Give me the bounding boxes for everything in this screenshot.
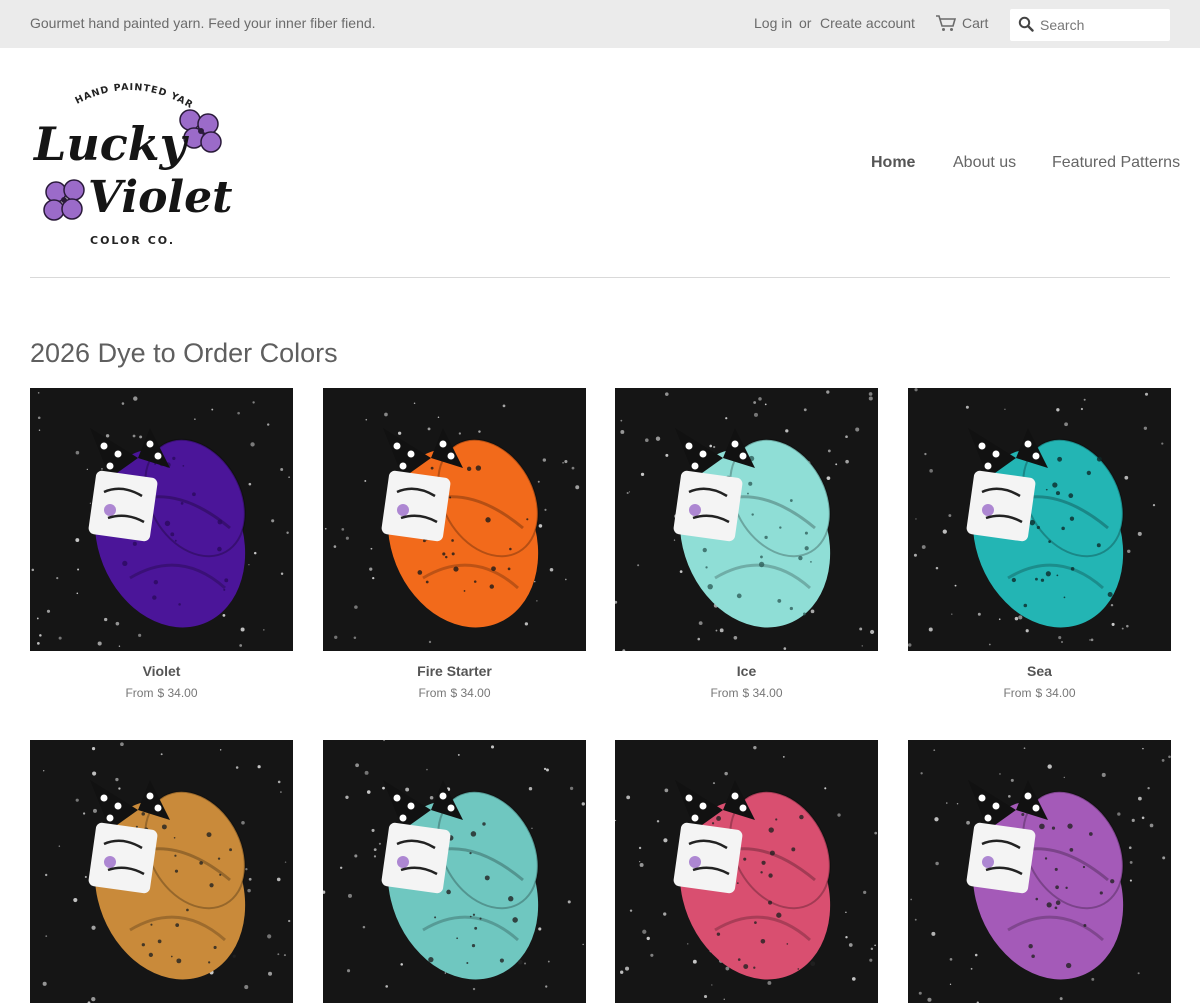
login-link[interactable]: Log in [754,15,792,31]
product-price: From $ 34.00 [615,686,878,700]
product-image[interactable] [908,740,1171,1003]
product-card[interactable]: Violet From $ 34.00 [30,388,293,700]
product-card[interactable] [908,740,1171,1003]
price-prefix: From [418,686,447,700]
product-image[interactable] [323,740,586,1003]
create-account-link[interactable]: Create account [820,15,915,31]
nav-about-us[interactable]: About us [953,154,1016,172]
product-image[interactable] [323,388,586,651]
product-price: From $ 34.00 [30,686,293,700]
price-prefix: From [710,686,739,700]
product-card[interactable] [323,740,586,1003]
product-image[interactable] [615,740,878,1003]
search-form[interactable] [1010,9,1170,41]
product-price: From $ 34.00 [908,686,1171,700]
collection-title: 2026 Dye to Order Colors [30,338,338,368]
product-image[interactable] [908,388,1171,651]
site-logo[interactable]: HAND PAINTED YARN Lucky Violet COLOR CO. [30,72,232,252]
logo-word-violet: Violet [88,172,232,223]
product-image[interactable] [615,388,878,651]
cart-link[interactable]: Cart [962,15,988,31]
search-icon[interactable] [1018,16,1034,32]
product-card[interactable]: Sea From $ 34.00 [908,388,1171,700]
price-value: $ 34.00 [157,686,198,700]
product-price: From $ 34.00 [323,686,586,700]
product-title[interactable]: Sea [908,663,1171,679]
search-input[interactable] [1040,15,1164,35]
price-prefix: From [125,686,154,700]
price-value: $ 34.00 [1035,686,1076,700]
svg-text:HAND PAINTED YARN: HAND PAINTED YARN [30,72,195,111]
product-image[interactable] [30,388,293,651]
announcement-bar: Gourmet hand painted yarn. Feed your inn… [0,0,1200,48]
store-tagline: Gourmet hand painted yarn. Feed your inn… [30,15,376,31]
product-title[interactable]: Ice [615,663,878,679]
nav-featured-patterns[interactable]: Featured Patterns [1052,154,1180,172]
logo-bottom-text: COLOR CO. [90,234,175,247]
product-image[interactable] [30,740,293,1003]
header-divider [30,277,1170,278]
product-title[interactable]: Violet [30,663,293,679]
product-card[interactable] [615,740,878,1003]
price-value: $ 34.00 [450,686,491,700]
product-card[interactable]: Fire Starter From $ 34.00 [323,388,586,700]
logo-word-lucky: Lucky [32,117,190,171]
price-value: $ 34.00 [742,686,783,700]
product-title[interactable]: Fire Starter [323,663,586,679]
cart-icon[interactable] [935,14,957,32]
product-card[interactable] [30,740,293,1003]
logo-arc-text: HAND PAINTED YARN [30,72,194,111]
nav-home[interactable]: Home [871,154,915,172]
product-card[interactable]: Ice From $ 34.00 [615,388,878,700]
price-prefix: From [1003,686,1032,700]
flower-icon [43,179,85,221]
or-separator: or [799,15,812,31]
